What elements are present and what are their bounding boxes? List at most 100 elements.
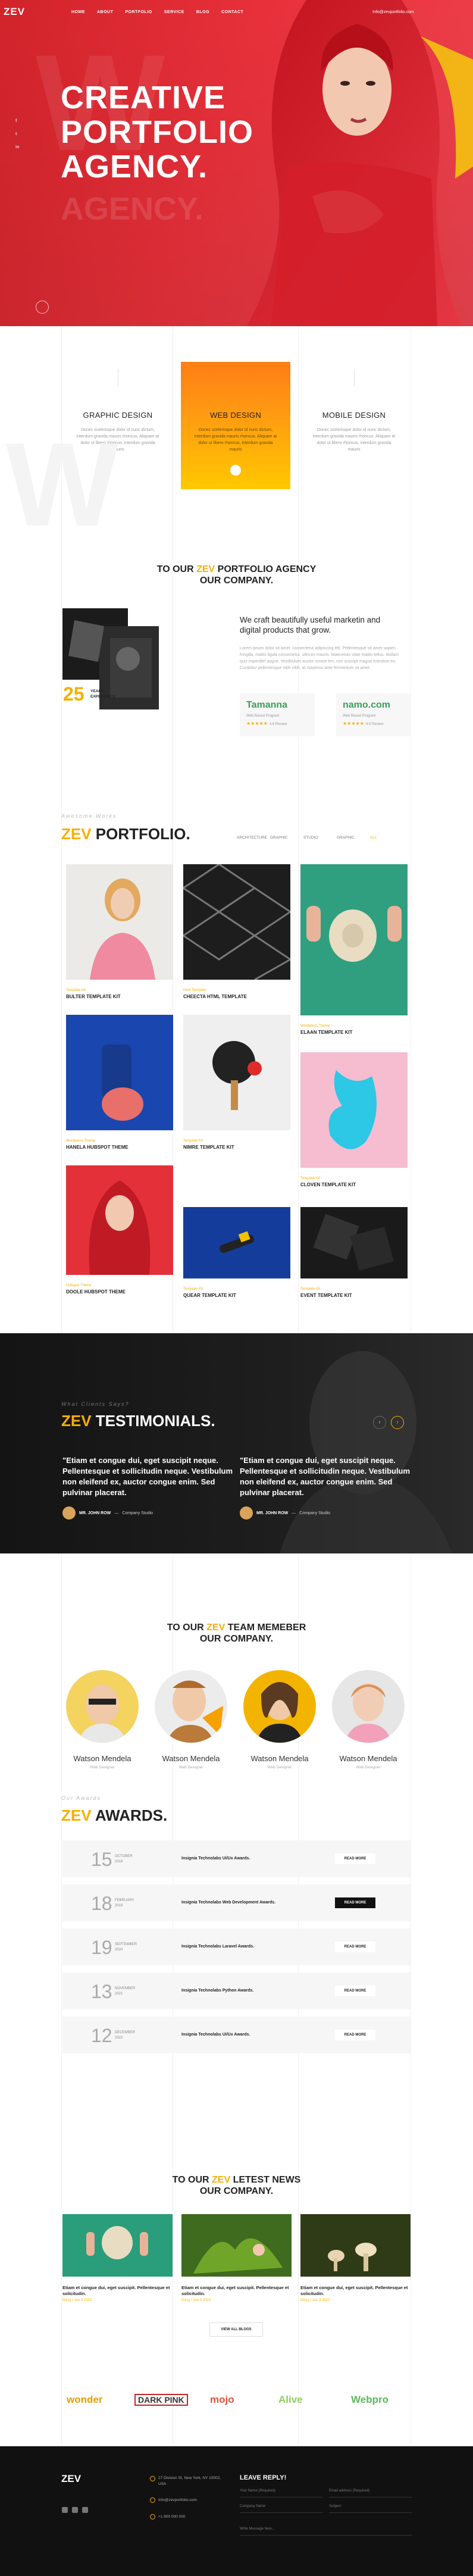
main-nav: HOME ABOUT PORTFOLIO SERVICE BLOG CONTAC… [71, 10, 243, 14]
instagram-icon[interactable] [82, 2507, 88, 2513]
news-card[interactable]: Etiam et congue dui, eget suscipit. Pell… [62, 2214, 173, 2302]
testimonial-author: MR. JOHN ROW — Company Studio [240, 1506, 330, 1520]
testimonial-bg-image [280, 1351, 452, 1553]
footer-email[interactable]: Info@zevportfolio.com [158, 2498, 197, 2502]
social-icon[interactable]: in [15, 145, 19, 149]
brand-logo: DARK PINK [134, 2394, 188, 2406]
portfolio-title: ZEV PORTFOLIO. [61, 825, 190, 843]
news-title[interactable]: Etiam et congue dui, eget suscipit. Pell… [62, 2285, 173, 2297]
about-lead: We craft beautifully useful marketin and… [240, 615, 381, 634]
portfolio-item[interactable]: Template Kit BULTER TEMPLATE KIT [66, 864, 173, 999]
message-field[interactable]: Write Message here... [240, 2522, 412, 2536]
twitter-icon[interactable] [72, 2507, 78, 2513]
award-name: Insignia Technolabs Laravel Awards. [181, 1944, 255, 1949]
team-member-card[interactable]: Watson Mendela Web Designer [64, 1670, 141, 1770]
name-field[interactable]: Your Name (Required) [240, 2484, 323, 2497]
brand-logo: Webpro [351, 2394, 389, 2405]
portfolio-item[interactable]: Template Kit CLOVEN TEMPLATE KIT [300, 1052, 408, 1187]
portfolio-name[interactable]: QUEAR TEMPLATE KIT [183, 1293, 290, 1298]
news-card[interactable]: Etiam et congue dui, eget suscipit. Pell… [181, 2214, 292, 2302]
testimonials-section [0, 1333, 473, 1553]
team-member-photo [332, 1670, 405, 1743]
award-row: 18 FEBRUARY 2019 Insignia Technolabs Web … [62, 1884, 411, 1921]
award-row: 19 SEPTEMBER 2020 Insignia Technolabs Lar… [62, 1928, 411, 1965]
portfolio-name[interactable]: DOOLE HUBSPOT THEME [66, 1289, 173, 1295]
view-all-blogs-button[interactable]: VIEW ALL BLOGS [209, 2322, 263, 2337]
partner-name: namo.com [343, 700, 391, 710]
filter-tab[interactable]: GRAPHIC [270, 836, 303, 840]
portfolio-item[interactable]: Template Kit EVENT TEMPLATE KIT [300, 1207, 408, 1298]
read-more-button[interactable]: READ MORE [335, 1942, 375, 1952]
news-title[interactable]: Etiam et congue dui, eget suscipit. Pell… [181, 2285, 292, 2297]
member-role: Web Designer [90, 1765, 115, 1770]
team-member-card[interactable]: Watson Mendela Web Designer [330, 1670, 407, 1770]
years-counter: 25 [63, 683, 84, 705]
nav-portfolio[interactable]: PORTFOLIO [125, 10, 152, 14]
read-more-button[interactable]: READ MORE [335, 1897, 375, 1908]
read-more-button[interactable]: READ MORE [335, 2030, 375, 2040]
service-title: WEB DESIGN [209, 411, 262, 420]
prev-arrow-icon[interactable]: ‹ [373, 1416, 386, 1429]
filter-tab[interactable]: STUDIO [303, 836, 337, 840]
portfolio-image [300, 864, 408, 1015]
portfolio-name[interactable]: BULTER TEMPLATE KIT [66, 994, 173, 999]
partner-card[interactable]: Tamanna Web Based Program ★★★★★ 4.9 Revie… [240, 693, 315, 736]
filter-tab-active[interactable]: ALL [370, 836, 403, 840]
phone-icon [150, 2514, 155, 2519]
award-row: 12 DECEMBER 2022 Insignia Technolabs Ui/U… [62, 2017, 411, 2053]
brand-logo: mojo [210, 2394, 234, 2405]
avatar [62, 1506, 76, 1520]
service-card-active[interactable]: WEB DESIGN Donec scelerisque dolor id nu… [181, 362, 290, 489]
portfolio-item[interactable]: Wordpress Theme HANELA HUBSPOT THEME [66, 1015, 173, 1150]
filter-tab[interactable]: ARCHITECTURE [237, 836, 270, 840]
nav-home[interactable]: HOME [71, 10, 85, 14]
service-arrow-icon[interactable] [230, 465, 241, 476]
portfolio-item[interactable]: Html Template CHEECTA HTML TEMPLATE [181, 863, 292, 999]
nav-blog[interactable]: BLOG [196, 10, 209, 14]
partner-card[interactable]: namo.com Web Based Program ★★★★★ 4.9 Revi… [336, 693, 411, 736]
portfolio-name[interactable]: ELAAN TEMPLATE KIT [300, 1030, 408, 1035]
news-image [181, 2214, 292, 2277]
email-field[interactable]: Email address (Required) [329, 2484, 412, 2497]
facebook-icon[interactable] [62, 2507, 68, 2513]
read-more-button[interactable]: READ MORE [335, 1986, 375, 1996]
scroll-indicator-icon[interactable] [36, 301, 49, 314]
portfolio-name[interactable]: NIMRE TEMPLATE KIT [183, 1145, 290, 1150]
portfolio-item[interactable]: Hubspot Theme DOOLE HUBSPOT THEME [66, 1165, 173, 1295]
social-icon[interactable]: f [15, 119, 17, 123]
portfolio-name[interactable]: CHEECTA HTML TEMPLATE [183, 994, 290, 999]
logo[interactable]: ZEV [4, 6, 25, 18]
portfolio-item[interactable]: Template Kit QUEAR TEMPLATE KIT [183, 1207, 290, 1298]
header-email[interactable]: Info@zevportfolio.com [372, 10, 414, 14]
portfolio-image [66, 864, 173, 980]
news-card[interactable]: Etiam et congue dui, eget suscipit. Pell… [300, 2214, 411, 2302]
news-title[interactable]: Etiam et congue dui, eget suscipit. Pell… [300, 2285, 411, 2297]
team-member-card[interactable]: Watson Mendela Web Designer [241, 1670, 318, 1770]
footer-logo[interactable]: ZEV [61, 2473, 81, 2485]
social-icon[interactable]: t [15, 132, 17, 136]
member-role: Web Designer [267, 1765, 292, 1770]
portfolio-item[interactable]: Template Kit NIMRE TEMPLATE KIT [183, 1015, 290, 1150]
member-name: Watson Mendela [162, 1754, 220, 1763]
team-member-photo [155, 1670, 227, 1743]
nav-about[interactable]: ABOUT [97, 10, 113, 14]
subject-field[interactable]: Subject [329, 2500, 412, 2513]
nav-service[interactable]: SERVICE [164, 10, 184, 14]
filter-tab[interactable]: GRAPHIC [337, 836, 370, 840]
portfolio-name[interactable]: HANELA HUBSPOT THEME [66, 1145, 173, 1150]
nav-contact[interactable]: CONTACT [221, 10, 243, 14]
member-name: Watson Mendela [250, 1754, 309, 1763]
portfolio-name[interactable]: CLOVEN TEMPLATE KIT [300, 1182, 408, 1187]
service-card[interactable]: MOBILE DESIGN Donec scelerisque dolor id… [299, 362, 409, 489]
testimonials-title: ZEV TESTIMONIALS. [61, 1412, 215, 1430]
next-arrow-icon[interactable]: › [391, 1416, 404, 1429]
footer-phone[interactable]: +1 800 000 000 [158, 2515, 185, 2519]
read-more-button[interactable]: READ MORE [335, 1853, 375, 1864]
award-name: Insignia Technolabs Ui/Ux Awards. [181, 2033, 250, 2037]
company-field[interactable]: Company Name [240, 2500, 323, 2513]
portfolio-name[interactable]: EVENT TEMPLATE KIT [300, 1293, 408, 1298]
team-member-card[interactable]: Watson Mendela Web Designer [152, 1670, 230, 1770]
footer-address: 27 Division St, New York, NY 10002, USA [158, 2476, 221, 2486]
portfolio-item[interactable]: Wordpress Theme ELAAN TEMPLATE KIT [300, 864, 408, 1035]
testimonial-quote: "Etiam et congue dui, eget suscipit nequ… [240, 1456, 411, 1497]
